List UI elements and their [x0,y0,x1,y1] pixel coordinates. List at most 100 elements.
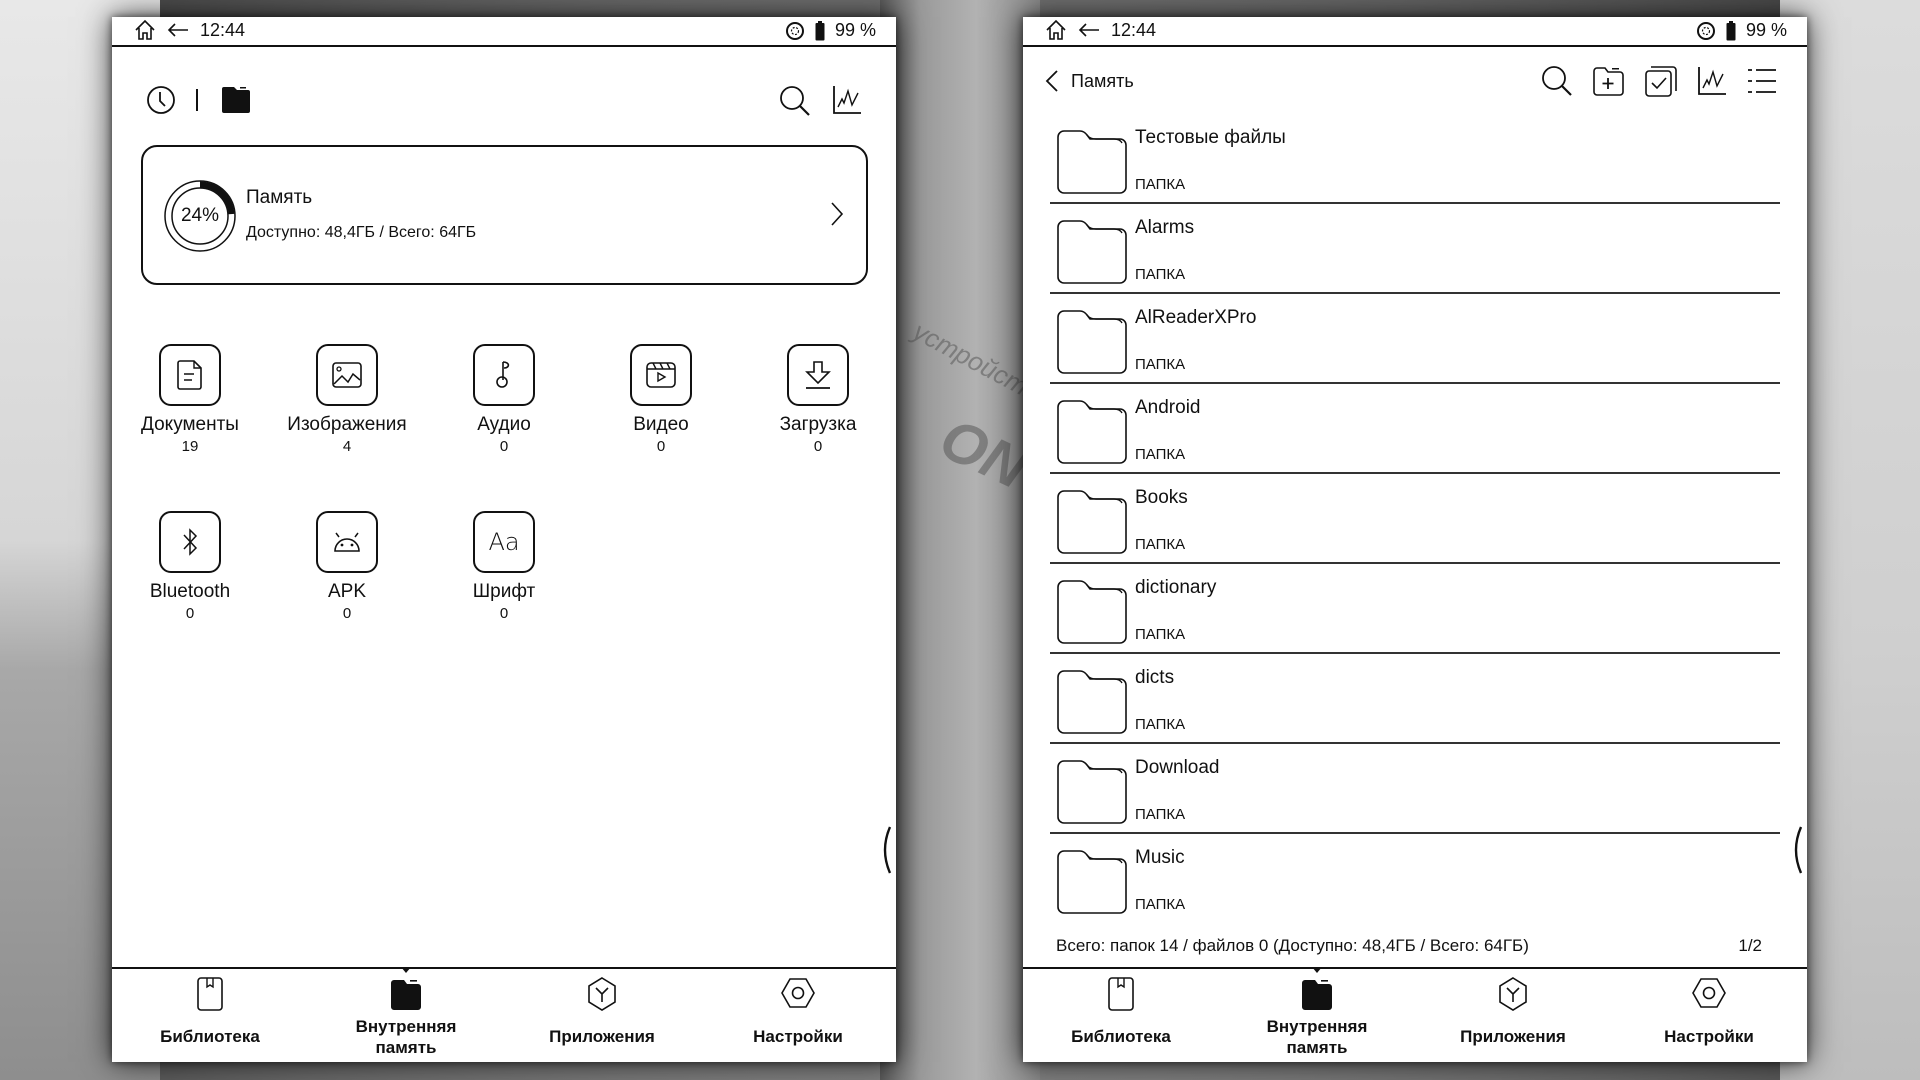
file-type: ПАПКА [1135,446,1186,463]
category-count: 0 [499,605,509,622]
file-type: ПАПКА [1135,626,1186,643]
nav-internal-storage[interactable]: Внутренняя память [1219,967,1415,1064]
battery-percent: 99 % [834,20,876,40]
home-icon[interactable] [134,19,156,41]
nav-label: Библиотека [1071,1027,1171,1046]
file-name: AlReaderXPro [1135,307,1257,328]
settings-icon [781,977,815,1009]
nav-settings[interactable]: Настройки [1611,969,1807,1064]
nav-library[interactable]: Библиотека [1023,969,1219,1064]
category-label: Изображения [287,414,407,435]
status-bar: 12:44 99 % [112,17,896,47]
nav-internal-storage[interactable]: Внутренняя память [308,967,504,1064]
home-icon[interactable] [1045,19,1067,41]
file-row[interactable]: Android ПАПКА [1050,384,1780,474]
bluetooth-icon [181,527,199,557]
file-row[interactable]: AlReaderXPro ПАПКА [1050,294,1780,384]
bottom-navigation: Библиотека Внутренняя память Приложения … [1023,967,1807,1062]
library-book-icon [1108,977,1134,1011]
back-arrow-icon[interactable] [1077,22,1101,38]
category-video[interactable]: Видео 0 [586,344,736,455]
storage-used-percent: 24% [180,205,220,226]
bottom-navigation: Библиотека Внутренняя память Приложения … [112,967,896,1062]
folder-icon [1056,579,1128,645]
category-audio[interactable]: Аудио 0 [429,344,579,455]
search-icon[interactable] [1541,65,1573,97]
folder-filled-icon[interactable] [221,86,251,114]
nav-label: Библиотека [160,1027,260,1046]
nav-label-line2: память [375,1038,437,1057]
toolbar [112,67,896,117]
file-row[interactable]: dicts ПАПКА [1050,654,1780,744]
file-row[interactable]: Books ПАПКА [1050,474,1780,564]
category-count: 19 [181,438,199,455]
file-type: ПАПКА [1135,356,1186,373]
category-images[interactable]: Изображения 4 [272,344,422,455]
nav-label: Настройки [753,1027,843,1046]
active-indicator [1312,967,1322,973]
file-row[interactable]: Music ПАПКА [1050,834,1780,924]
chevron-right-icon [830,201,844,227]
document-icon [177,360,203,390]
folder-icon [1056,489,1128,555]
nav-apps[interactable]: Приложения [504,969,700,1064]
new-folder-icon[interactable] [1593,66,1625,96]
category-label: Аудио [477,414,531,435]
file-name: Android [1135,397,1201,418]
music-note-icon [494,360,514,390]
statistics-chart-icon[interactable] [1697,66,1727,96]
download-icon [804,360,832,390]
breadcrumb-back[interactable]: Память [1045,69,1134,93]
folder-icon [1056,849,1128,915]
category-apk[interactable]: APK 0 [272,511,422,622]
video-clapper-icon [646,362,676,388]
search-icon[interactable] [779,85,811,117]
nav-library[interactable]: Библиотека [112,969,308,1064]
category-label: APK [327,581,367,602]
toolbar-divider [196,89,198,111]
apps-icon [587,977,617,1011]
file-type: ПАПКА [1135,176,1186,193]
storage-card[interactable]: 24% Память Доступно: 48,4ГБ / Всего: 64Г… [141,145,868,285]
category-count: 0 [656,438,666,455]
nav-settings[interactable]: Настройки [700,969,896,1064]
category-label: Bluetooth [149,581,231,602]
recent-clock-icon[interactable] [146,85,176,115]
device-screen-file-browser: 12:44 99 % Память Тестовые файлы ПАПКА A… [1023,17,1807,1062]
file-type: ПАПКА [1135,806,1186,823]
page-indicator[interactable]: 1/2 [1738,936,1762,956]
breadcrumb-label: Память [1071,70,1134,91]
statistics-chart-icon[interactable] [832,85,862,115]
multi-select-icon[interactable] [1645,65,1677,97]
storage-summary: Всего: папок 14 / файлов 0 (Доступно: 48… [1056,936,1529,955]
nav-apps[interactable]: Приложения [1415,969,1611,1064]
nav-label: Приложения [1460,1027,1566,1046]
category-documents[interactable]: Документы 19 [115,344,265,455]
battery-icon [815,20,825,41]
active-indicator [401,967,411,973]
list-view-icon[interactable] [1747,68,1777,94]
file-type: ПАПКА [1135,266,1186,283]
side-scroll-handle-icon[interactable] [880,825,892,875]
file-row[interactable]: Download ПАПКА [1050,744,1780,834]
category-count: 0 [813,438,823,455]
category-fonts[interactable]: Aa Шрифт 0 [429,511,579,622]
file-row[interactable]: dictionary ПАПКА [1050,564,1780,654]
file-name: Music [1135,847,1185,868]
file-row[interactable]: Alarms ПАПКА [1050,204,1780,294]
category-label: Загрузка [779,414,857,435]
back-arrow-icon[interactable] [166,22,190,38]
android-icon [332,531,362,553]
file-name: Тестовые файлы [1135,127,1286,148]
category-count: 0 [342,605,352,622]
category-downloads[interactable]: Загрузка 0 [743,344,893,455]
status-time: 12:44 [200,19,246,40]
category-bluetooth[interactable]: Bluetooth 0 [115,511,265,622]
side-scroll-handle-icon[interactable] [1791,825,1803,875]
category-count: 0 [185,605,195,622]
background-middle [880,0,1040,1080]
file-row[interactable]: Тестовые файлы ПАПКА [1050,114,1780,204]
storage-details: Доступно: 48,4ГБ / Всего: 64ГБ [246,224,477,241]
file-name: dicts [1135,667,1175,688]
category-label: Видео [633,414,689,435]
